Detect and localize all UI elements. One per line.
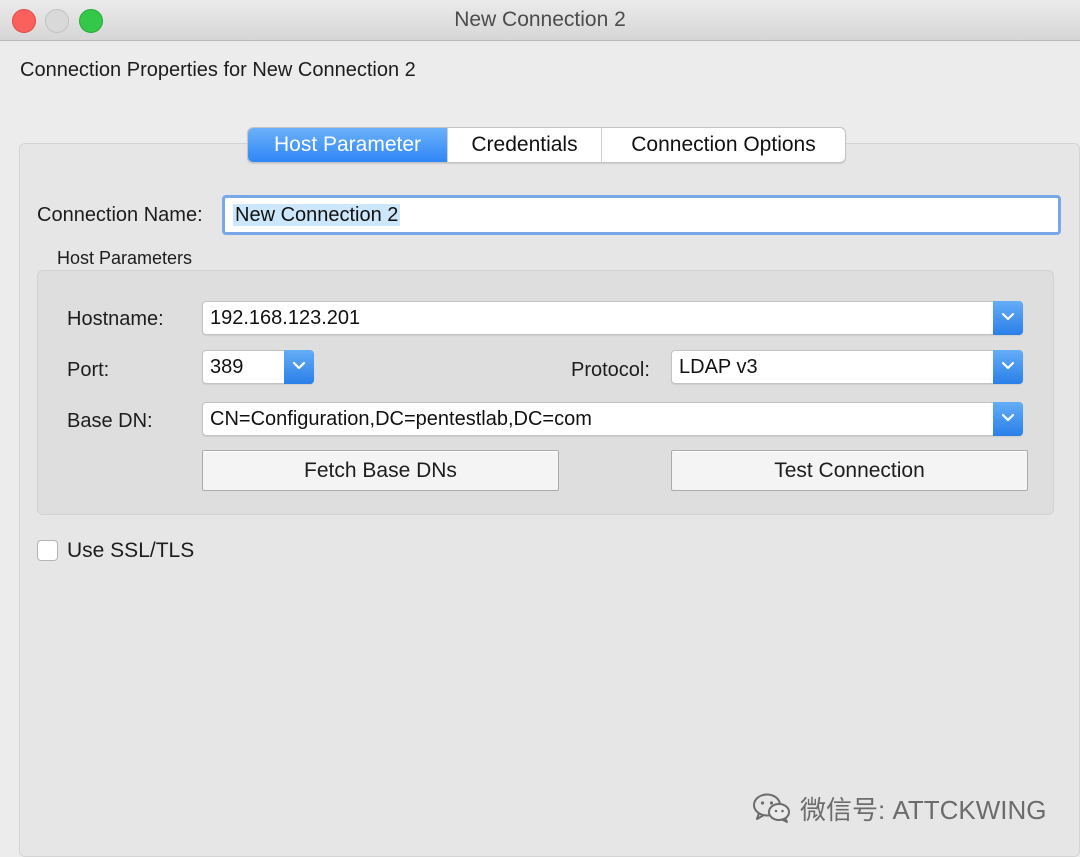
hostname-label: Hostname: — [67, 308, 164, 330]
hostname-dropdown-button[interactable] — [993, 301, 1023, 335]
tab-bar: Host Parameter Credentials Connection Op… — [247, 127, 846, 163]
chevron-down-icon — [1001, 413, 1015, 422]
chevron-down-icon — [1001, 312, 1015, 321]
test-connection-button[interactable]: Test Connection — [671, 450, 1028, 491]
chevron-down-icon — [1001, 361, 1015, 370]
connection-name-label: Connection Name: — [37, 204, 203, 226]
hostname-combo[interactable]: 192.168.123.201 — [202, 301, 1023, 335]
connection-name-input[interactable]: New Connection 2 — [222, 195, 1061, 235]
fetch-base-dns-button[interactable]: Fetch Base DNs — [202, 450, 559, 491]
window-title: New Connection 2 — [454, 8, 626, 31]
title-bar: New Connection 2 — [0, 0, 1080, 41]
use-ssl-checkbox[interactable] — [37, 540, 58, 561]
protocol-label: Protocol: — [571, 359, 650, 381]
port-label: Port: — [67, 359, 110, 381]
protocol-value: LDAP v3 — [679, 356, 758, 378]
use-ssl-label[interactable]: Use SSL/TLS — [67, 539, 194, 563]
wechat-icon — [753, 793, 790, 823]
host-parameters-group-label: Host Parameters — [57, 248, 193, 268]
connection-name-value: New Connection 2 — [233, 204, 401, 226]
hostname-value: 192.168.123.201 — [210, 307, 361, 329]
base-dn-label: Base DN: — [67, 410, 153, 432]
tab-connection-options[interactable]: Connection Options — [602, 128, 845, 162]
dialog-subtitle: Connection Properties for New Connection… — [20, 59, 416, 81]
port-combo[interactable]: 389 — [202, 350, 314, 384]
base-dn-combo[interactable]: CN=Configuration,DC=pentestlab,DC=com — [202, 402, 1023, 436]
watermark: 微信号: ATTCKWING — [752, 790, 1047, 826]
protocol-select[interactable]: LDAP v3 — [671, 350, 1023, 384]
port-dropdown-button[interactable] — [284, 350, 314, 384]
base-dn-dropdown-button[interactable] — [993, 402, 1023, 436]
chevron-down-icon — [292, 361, 306, 370]
base-dn-value: CN=Configuration,DC=pentestlab,DC=com — [210, 408, 592, 430]
tab-host-parameter[interactable]: Host Parameter — [248, 128, 448, 162]
protocol-dropdown-button[interactable] — [993, 350, 1023, 384]
port-value: 389 — [210, 356, 244, 378]
tab-credentials[interactable]: Credentials — [448, 128, 602, 162]
watermark-text: 微信号: ATTCKWING — [800, 794, 1047, 825]
